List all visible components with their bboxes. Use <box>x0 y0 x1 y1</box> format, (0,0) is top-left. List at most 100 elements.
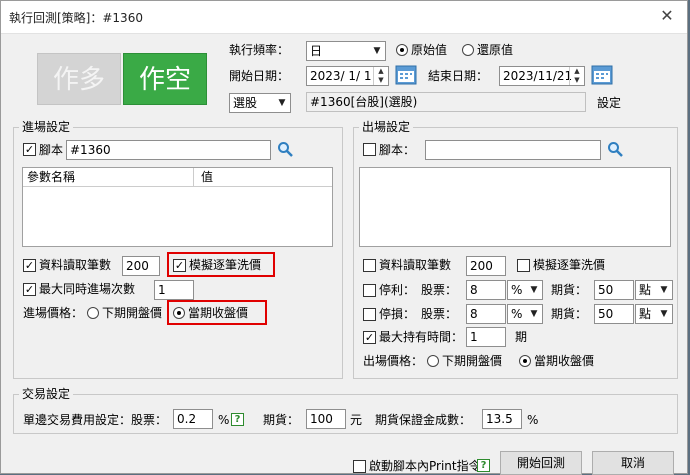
start-date-input[interactable]: 2023/ 1/ 1 ▲ ▼ <box>306 66 389 86</box>
cancel-button[interactable]: 取消 <box>592 451 674 475</box>
tp-stock-input[interactable]: 8 <box>466 280 506 300</box>
highlight-box <box>167 300 267 325</box>
radio-restore-label: 還原值 <box>477 43 514 57</box>
fut-fee-label: 期貨： <box>263 413 300 427</box>
tp-futures-unit-dropdown[interactable]: 點 ▼ <box>635 280 673 300</box>
exit-title: 出場設定 <box>359 120 414 134</box>
close-icon[interactable]: ✕ <box>655 5 679 27</box>
title-bar: 執行回測[策略]：#1360 ✕ <box>1 1 687 34</box>
chevron-down-icon: ▼ <box>530 309 538 319</box>
search-icon[interactable] <box>277 141 293 157</box>
help-icon[interactable]: ? <box>231 413 244 426</box>
entry-max-entries-label: 最大同時進場次數 <box>39 282 136 296</box>
entry-script-checkbox[interactable]: ✓ <box>23 143 36 156</box>
take-profit-label: 停利： <box>379 283 416 297</box>
radio-original-label: 原始值 <box>411 43 448 57</box>
margin-pct: % <box>527 413 539 427</box>
exit-price-label: 出場價格： <box>363 354 424 368</box>
margin-label: 期貨保證金成數： <box>375 413 472 427</box>
sl-futures-unit-dropdown[interactable]: 點 ▼ <box>635 304 673 324</box>
freq-dropdown[interactable]: 日 ▼ <box>306 41 386 61</box>
margin-input[interactable]: 13.5 <box>482 409 522 429</box>
help-icon[interactable]: ? <box>477 459 490 472</box>
entry-price-next-open-radio[interactable] <box>87 307 99 319</box>
max-hold-input[interactable]: 1 <box>466 327 506 347</box>
end-date-label: 結束日期： <box>428 69 489 83</box>
exit-price-next-open-label: 下期開盤價 <box>442 354 503 368</box>
param-table: 參數名稱 值 <box>22 167 333 247</box>
setting-link[interactable]: 設定 <box>597 95 621 111</box>
sl-stock-label: 股票： <box>421 307 458 321</box>
target-field: #1360[台股](選股) <box>306 92 586 112</box>
col-header-value: 值 <box>201 170 214 184</box>
entry-max-entries-checkbox[interactable]: ✓ <box>23 283 36 296</box>
highlight-box <box>167 252 275 277</box>
end-date-input[interactable]: 2023/11/21 ▲ ▼ <box>499 66 585 86</box>
max-hold-checkbox[interactable]: ✓ <box>363 331 376 344</box>
entry-script-input[interactable]: #1360 <box>66 140 271 160</box>
exit-simulate-checkbox[interactable] <box>517 259 530 272</box>
stop-loss-label: 停損： <box>379 307 416 321</box>
chevron-down-icon: ▼ <box>530 285 538 295</box>
exit-simulate-label: 模擬逐筆洗價 <box>533 258 606 272</box>
stop-loss-checkbox[interactable] <box>363 308 376 321</box>
window-title: 執行回測[策略]：#1360 <box>9 11 143 25</box>
trade-title: 交易設定 <box>19 387 74 401</box>
print-checkbox[interactable] <box>353 460 366 473</box>
fee-label: 單邊交易費用設定：股票： <box>23 413 168 427</box>
entry-read-bars-label: 資料讀取筆數 <box>39 258 112 272</box>
exit-read-bars-input[interactable]: 200 <box>466 256 506 276</box>
entry-title: 進場設定 <box>19 120 74 134</box>
exit-param-table <box>359 167 671 247</box>
tp-stock-label: 股票： <box>421 283 458 297</box>
sl-futures-label: 期貨： <box>551 307 588 321</box>
fee-input[interactable]: 0.2 <box>173 409 213 429</box>
exit-read-bars-checkbox[interactable] <box>363 259 376 272</box>
entry-read-bars-checkbox[interactable]: ✓ <box>23 259 36 272</box>
sl-stock-unit-dropdown[interactable]: % ▼ <box>507 304 543 324</box>
max-hold-label: 最大持有時間： <box>379 330 464 344</box>
chevron-down-icon: ▼ <box>660 309 668 319</box>
radio-restore[interactable] <box>462 44 474 56</box>
exit-price-close-label: 當期收盤價 <box>534 354 595 368</box>
start-date-label: 開始日期： <box>229 69 290 83</box>
exit-price-next-open-radio[interactable] <box>427 355 439 367</box>
spin-icon[interactable]: ▲ ▼ <box>373 67 388 85</box>
col-header-name: 參數名稱 <box>27 170 76 184</box>
freq-label: 執行頻率： <box>229 43 290 57</box>
tp-futures-label: 期貨： <box>551 283 588 297</box>
short-button[interactable]: 作空 <box>123 53 207 105</box>
chevron-down-icon: ▼ <box>660 285 668 295</box>
long-button[interactable]: 作多 <box>37 53 121 105</box>
entry-script-label: 腳本 <box>39 143 64 157</box>
entry-read-bars-input[interactable]: 200 <box>122 256 160 276</box>
exit-script-checkbox[interactable] <box>363 143 376 156</box>
exit-script-input[interactable] <box>425 140 601 160</box>
fut-fee-input[interactable]: 100 <box>306 409 346 429</box>
tp-stock-unit-dropdown[interactable]: % ▼ <box>507 280 543 300</box>
sl-stock-input[interactable]: 8 <box>466 304 506 324</box>
entry-price-label: 進場價格： <box>23 306 84 320</box>
sl-futures-input[interactable]: 50 <box>594 304 634 324</box>
entry-max-entries-input[interactable]: 1 <box>154 280 194 300</box>
exit-script-label: 腳本： <box>379 143 416 157</box>
max-hold-unit: 期 <box>515 330 528 344</box>
fut-fee-unit: 元 <box>350 413 363 427</box>
print-label: 啟動腳本內Print指令 <box>369 459 481 473</box>
entry-price-next-open-label: 下期開盤價 <box>102 306 163 320</box>
radio-original[interactable] <box>396 44 408 56</box>
chevron-down-icon: ▼ <box>373 46 381 56</box>
exit-read-bars-label: 資料讀取筆數 <box>379 258 452 272</box>
fee-pct: % <box>218 413 230 427</box>
calendar-icon[interactable] <box>591 64 613 86</box>
target-type-dropdown[interactable]: 選股 ▼ <box>229 93 291 113</box>
backtest-dialog: 執行回測[策略]：#1360 ✕ 作多 作空 執行頻率： 日 ▼ 原始值 還原值 … <box>0 0 688 475</box>
take-profit-checkbox[interactable] <box>363 284 376 297</box>
tp-futures-input[interactable]: 50 <box>594 280 634 300</box>
start-backtest-button[interactable]: 開始回測 <box>500 451 582 475</box>
col-divider <box>193 168 194 186</box>
calendar-icon[interactable] <box>395 64 417 86</box>
search-icon[interactable] <box>607 141 623 157</box>
exit-price-close-radio[interactable] <box>519 355 531 367</box>
spin-icon[interactable]: ▲ ▼ <box>569 67 584 85</box>
